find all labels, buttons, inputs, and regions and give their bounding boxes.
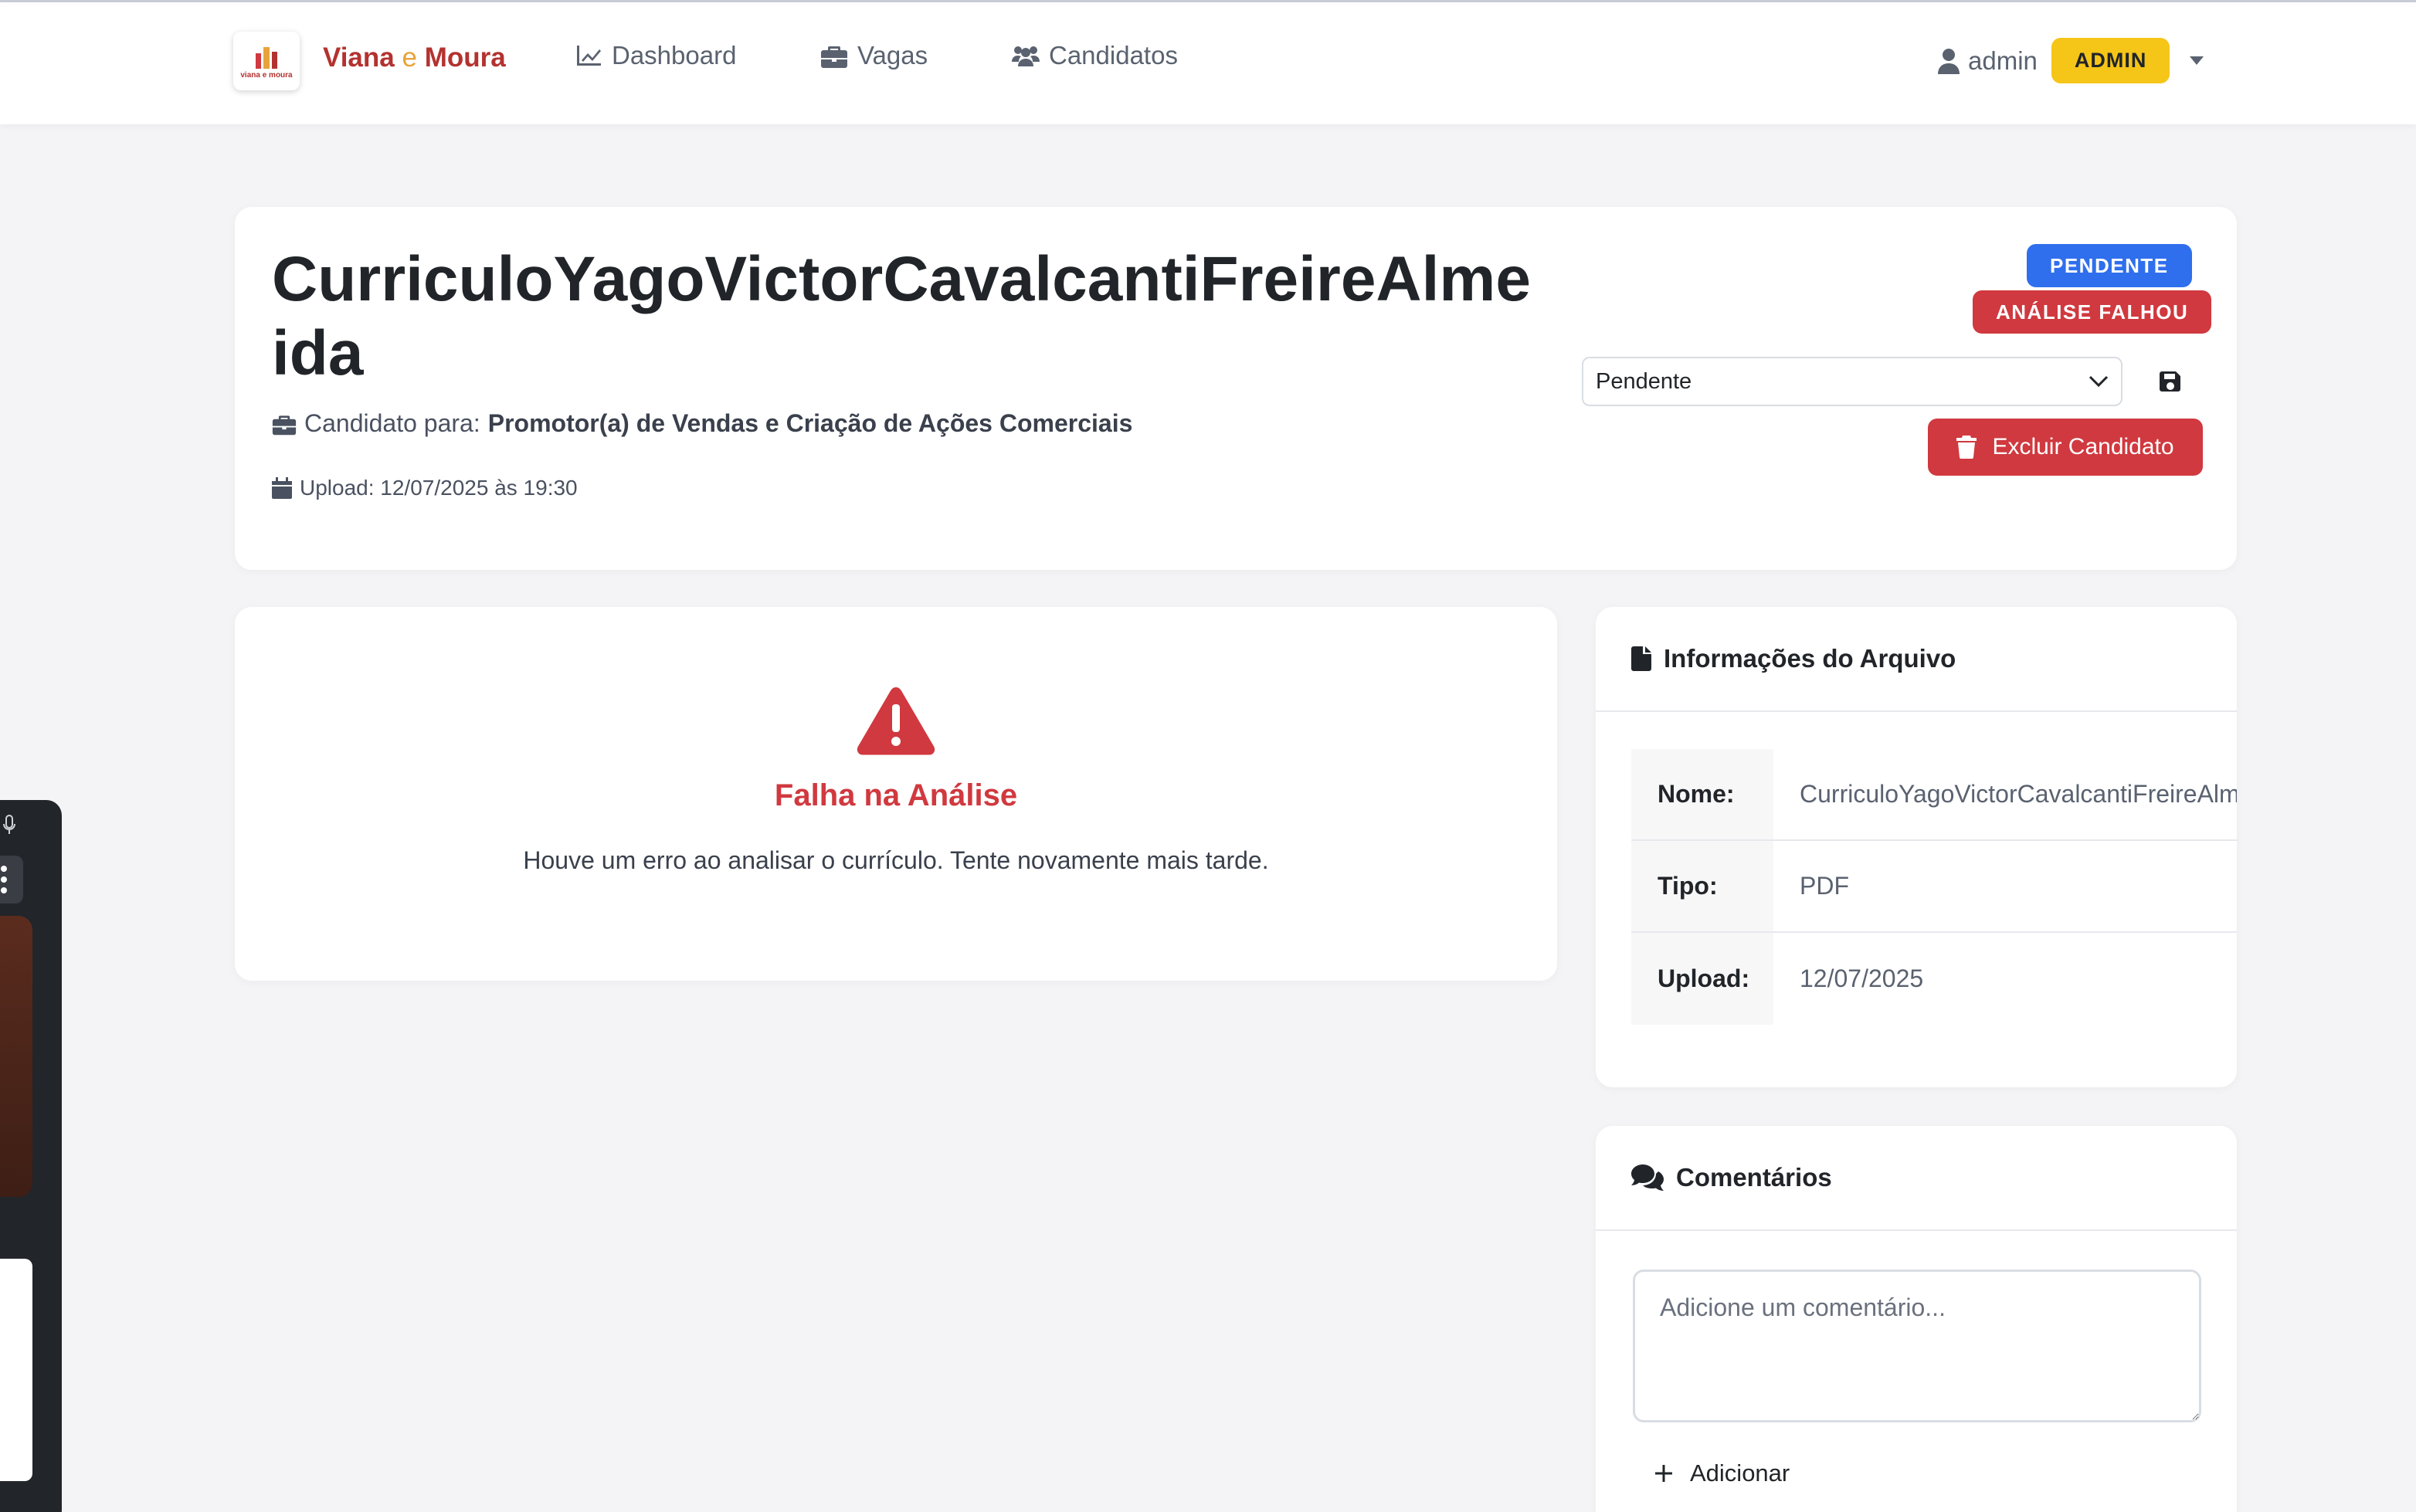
status-select-value: Pendente [1596,368,1692,394]
plus-icon [1655,1465,1672,1482]
nav-link-label: Dashboard [612,41,737,69]
analysis-error-message: Houve um erro ao analisar o currículo. T… [523,846,1269,874]
comments-card: Comentários Adicionar [1596,1126,2237,1512]
users-icon [1012,46,1040,66]
brand-name-part1: Viana [323,42,395,73]
brand-name[interactable]: Viana e Moura [323,42,506,73]
nav-link-vagas[interactable]: Vagas [820,41,928,70]
nav-link-candidatos[interactable]: Candidatos [1012,41,1178,70]
file-info-header: Informações do Arquivo [1596,607,2237,712]
nav-link-dashboard[interactable]: Dashboard [575,41,736,70]
nav-link-label: Vagas [857,41,928,69]
file-info-title: Informações do Arquivo [1664,644,1956,673]
briefcase-icon [821,46,847,68]
user-menu[interactable]: admin ADMIN [1937,38,2204,83]
building-logo-icon [256,47,277,69]
file-info-card: Informações do Arquivo Nome: CurriculoYa… [1596,607,2237,1087]
floppy-disk-icon [2160,371,2180,392]
add-comment-label: Adicionar [1690,1459,1790,1487]
brand-name-part3: Moura [424,42,506,73]
chevron-down-icon[interactable] [2190,56,2204,65]
info-key: Nome: [1631,749,1773,839]
delete-candidate-button[interactable]: Excluir Candidato [1928,419,2203,476]
save-status-button[interactable] [2155,366,2186,397]
info-value: 12/07/2025 [1800,964,1924,992]
candidate-for-label: Candidato para: [304,409,480,437]
analysis-error-card: Falha na Análise Houve um erro ao analis… [235,607,1557,981]
file-info-table: Nome: CurriculoYagoVictorCavalcantiFreir… [1631,749,2237,1025]
brand-logo-text: viana e moura [240,71,293,80]
comments-header: Comentários [1596,1126,2237,1231]
chevron-down-icon [2089,375,2109,388]
info-value: CurriculoYagoVictorCavalcantiFreireAlmei… [1800,780,2237,808]
side-panel-content [0,1259,32,1481]
more-vertical-icon[interactable] [0,856,23,903]
side-panel-thumbnail [0,916,32,1197]
upload-date-text: Upload: 12/07/2025 às 19:30 [300,476,578,500]
top-navbar: viana e moura Viana e Moura Dashboard Va… [0,2,2416,124]
page-title: CurriculoYagoVictorCavalcantiFreireAlmei… [272,244,1531,388]
candidate-header-card: CurriculoYagoVictorCavalcantiFreireAlmei… [235,207,2237,570]
delete-candidate-label: Excluir Candidato [1992,434,2174,459]
user-name-text: admin [1968,46,2038,75]
add-comment-button[interactable]: Adicionar [1654,1459,1790,1487]
nav-link-label: Candidatos [1049,41,1178,69]
comments-icon [1631,1165,1664,1191]
briefcase-icon [272,415,297,435]
user-icon [1938,48,1960,74]
file-icon [1631,646,1651,671]
candidate-position-line: Candidato para: Promotor(a) de Vendas e … [272,409,1132,438]
info-value: PDF [1800,872,1849,900]
info-key: Upload: [1631,933,1773,1025]
trash-icon [1956,436,1977,459]
upload-date-line: Upload: 12/07/2025 às 19:30 [272,476,578,500]
microphone-icon[interactable] [2,814,17,837]
analysis-error-title: Falha na Análise [774,778,1018,812]
chart-line-icon [577,46,601,66]
comments-title: Comentários [1676,1163,1832,1192]
calendar-icon [272,477,292,499]
status-badge: PENDENTE [2027,244,2192,287]
table-row: Tipo: PDF [1631,841,2237,933]
table-row: Nome: CurriculoYagoVictorCavalcantiFreir… [1631,749,2237,841]
analysis-status-badge: ANÁLISE FALHOU [1973,290,2212,334]
brand-name-part2: e [402,42,417,73]
brand-logo[interactable]: viana e moura [233,32,300,90]
floating-side-panel [0,800,62,1512]
role-badge: ADMIN [2051,38,2170,83]
comment-input[interactable] [1633,1270,2201,1422]
warning-triangle-icon [857,687,935,755]
table-row: Upload: 12/07/2025 [1631,933,2237,1025]
user-name[interactable]: admin [1937,46,2038,76]
status-select[interactable]: Pendente [1582,357,2122,406]
candidate-position: Promotor(a) de Vendas e Criação de Ações… [487,409,1133,437]
info-key: Tipo: [1631,841,1773,931]
